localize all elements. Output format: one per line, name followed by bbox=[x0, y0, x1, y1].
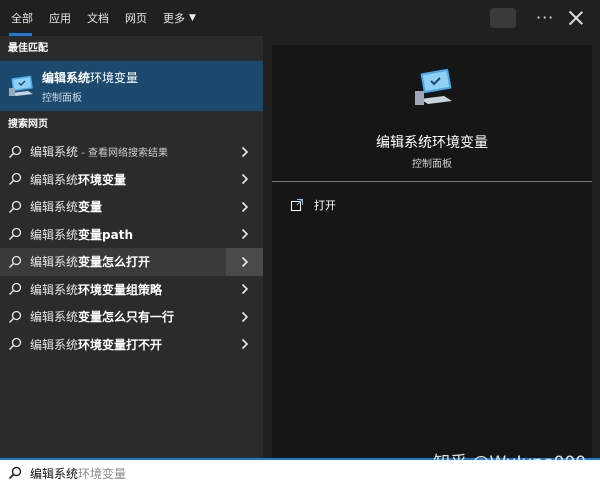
web-search-item[interactable]: 编辑系统 - 查看网络搜索结果 bbox=[0, 138, 263, 166]
detail-title: 编辑系统环境变量 bbox=[376, 135, 488, 151]
avatar[interactable] bbox=[490, 8, 516, 28]
web-search-item[interactable]: 编辑系统变量怎么只有一行 bbox=[0, 303, 263, 331]
search-box[interactable]: 编辑系统 环境变量 bbox=[0, 458, 600, 486]
best-match-heading: 最佳匹配 bbox=[8, 43, 48, 54]
search-icon bbox=[8, 337, 24, 351]
chevron-right-icon[interactable] bbox=[226, 331, 263, 359]
best-match-name: 编辑系统环境变量 bbox=[42, 69, 138, 86]
tab-more[interactable]: 更多 ▼ bbox=[155, 0, 204, 36]
detail-panel: 编辑系统环境变量 控制面板 打开 bbox=[272, 45, 592, 458]
search-input-text: 编辑系统 bbox=[30, 466, 79, 481]
query-completion: 变量 bbox=[78, 200, 103, 215]
query-prefix: 编辑系统 bbox=[30, 145, 79, 160]
detail-panel-wrapper: 编辑系统环境变量 控制面板 打开 bbox=[263, 36, 600, 458]
query-prefix: 编辑系统 bbox=[30, 172, 79, 187]
web-search-item-label: 编辑系统 - 查看网络搜索结果 bbox=[30, 143, 168, 160]
web-search-item[interactable]: 编辑系统环境变量打不开 bbox=[0, 331, 263, 359]
web-search-item-label: 编辑系统环境变量 bbox=[30, 171, 126, 188]
open-label: 打开 bbox=[314, 199, 336, 212]
tab-documents[interactable]: 文档 bbox=[79, 0, 117, 36]
tab-all[interactable]: 全部 bbox=[0, 0, 41, 36]
query-prefix: 编辑系统 bbox=[30, 337, 79, 352]
query-completion: 环境变量打不开 bbox=[78, 337, 163, 352]
tab-documents-label: 文档 bbox=[87, 12, 109, 25]
query-completion: 变量path bbox=[78, 227, 133, 242]
web-search-item-label: 编辑系统变量怎么打开 bbox=[30, 253, 150, 270]
web-search-list: 编辑系统 - 查看网络搜索结果 编辑系统环境变量 编辑系统变量 编辑系统变量path 编… bbox=[0, 138, 263, 358]
query-completion: 环境变量 bbox=[78, 172, 127, 187]
monitor-settings-icon bbox=[9, 75, 33, 96]
web-search-item[interactable]: 编辑系统变量 bbox=[0, 193, 263, 221]
web-search-item[interactable]: 编辑系统变量怎么打开 bbox=[0, 248, 263, 276]
tab-web-label: 网页 bbox=[125, 12, 147, 25]
top-right-controls: ··· bbox=[490, 0, 600, 36]
web-search-heading: 搜索网页 bbox=[8, 119, 48, 130]
open-external-icon bbox=[291, 199, 303, 211]
search-icon bbox=[8, 310, 24, 324]
query-suffix: - 查看网络搜索结果 bbox=[78, 148, 168, 160]
query-prefix: 编辑系统 bbox=[30, 200, 79, 215]
tab-apps-label: 应用 bbox=[49, 12, 71, 25]
query-prefix: 编辑系统 bbox=[30, 255, 79, 270]
close-icon[interactable] bbox=[568, 10, 584, 26]
chevron-right-icon[interactable] bbox=[226, 221, 263, 249]
tab-web[interactable]: 网页 bbox=[117, 0, 155, 36]
search-icon bbox=[8, 200, 24, 214]
more-options-icon[interactable]: ··· bbox=[536, 10, 554, 26]
search-icon bbox=[8, 282, 24, 296]
search-autocomplete: 环境变量 bbox=[78, 466, 127, 481]
tab-apps[interactable]: 应用 bbox=[41, 0, 79, 36]
web-search-item-label: 编辑系统环境变量打不开 bbox=[30, 336, 162, 353]
search-scope-tabs: 全部 应用 文档 网页 更多 ▼ ··· bbox=[0, 0, 600, 36]
chevron-right-icon[interactable] bbox=[226, 248, 263, 276]
chevron-right-icon[interactable] bbox=[226, 193, 263, 221]
chevron-right-icon[interactable] bbox=[226, 303, 263, 331]
web-search-item-label: 编辑系统变量怎么只有一行 bbox=[30, 308, 174, 325]
web-search-item-label: 编辑系统变量 bbox=[30, 198, 102, 215]
search-icon bbox=[8, 145, 24, 159]
best-match-subtitle: 控制面板 bbox=[42, 92, 82, 104]
search-icon bbox=[8, 172, 24, 186]
query-prefix: 编辑系统 bbox=[30, 310, 79, 325]
chevron-right-icon[interactable] bbox=[226, 276, 263, 304]
search-icon bbox=[8, 227, 24, 241]
caret-down-icon: ▼ bbox=[189, 13, 196, 23]
chevron-right-icon[interactable] bbox=[226, 138, 263, 166]
query-prefix: 编辑系统 bbox=[30, 227, 79, 242]
best-match-item[interactable]: 编辑系统环境变量 控制面板 bbox=[0, 61, 263, 111]
tab-all-label: 全部 bbox=[11, 12, 33, 25]
web-search-item-label: 编辑系统变量path bbox=[30, 226, 133, 243]
tab-more-label: 更多 bbox=[163, 12, 185, 25]
best-match-name-bold: 编辑系统 bbox=[42, 70, 91, 85]
monitor-settings-icon bbox=[415, 68, 452, 105]
divider bbox=[272, 181, 592, 182]
query-completion: 环境变量组策略 bbox=[78, 282, 163, 297]
detail-subtitle: 控制面板 bbox=[412, 159, 452, 170]
search-icon bbox=[8, 255, 24, 269]
chevron-right-icon[interactable] bbox=[226, 166, 263, 194]
query-prefix: 编辑系统 bbox=[30, 282, 79, 297]
search-icon bbox=[8, 466, 24, 480]
open-action[interactable]: 打开 bbox=[290, 197, 336, 213]
query-completion: 变量怎么打开 bbox=[78, 255, 151, 270]
web-search-item[interactable]: 编辑系统环境变量组策略 bbox=[0, 276, 263, 304]
best-match-name-rest: 环境变量 bbox=[90, 70, 139, 85]
results-panel: 最佳匹配 编辑系统环境变量 控制面板 搜索网页 编辑系统 - 查看网络搜索结果编… bbox=[0, 36, 263, 458]
query-completion: 变量怎么只有一行 bbox=[78, 310, 175, 325]
web-search-item[interactable]: 编辑系统环境变量 bbox=[0, 166, 263, 194]
web-search-item-label: 编辑系统环境变量组策略 bbox=[30, 281, 162, 298]
web-search-item[interactable]: 编辑系统变量path bbox=[0, 221, 263, 249]
